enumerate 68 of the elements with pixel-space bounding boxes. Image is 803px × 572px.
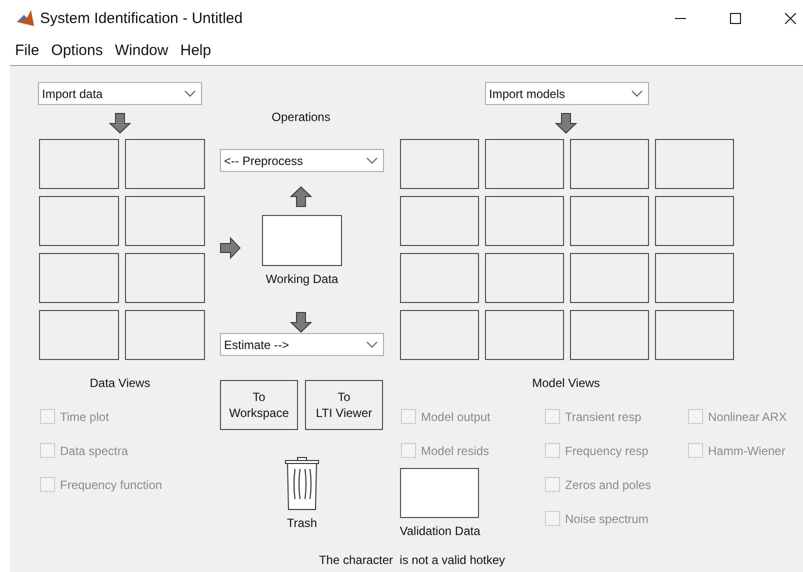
empty-slot[interactable]	[485, 139, 564, 189]
checkbox-label: Model resids	[421, 444, 490, 458]
slot-label: Validation Data	[398, 524, 482, 538]
caret-icon	[184, 90, 196, 97]
checkbox-label: Nonlinear ARX	[708, 410, 787, 424]
empty-slot[interactable]	[655, 310, 734, 360]
empty-slot[interactable]	[485, 196, 564, 246]
menu-item[interactable]: File	[15, 42, 40, 59]
checkbox-label: Transient resp	[565, 410, 642, 424]
empty-slot[interactable]	[400, 196, 479, 246]
checkbox-label: Time plot	[60, 410, 109, 424]
empty-slot[interactable]	[125, 139, 205, 189]
menu-item[interactable]: Help	[180, 42, 212, 59]
empty-slot[interactable]	[39, 310, 119, 360]
caret-icon	[366, 157, 378, 164]
empty-slot[interactable]	[485, 310, 564, 360]
window-title: System Identification - Untitled	[40, 10, 243, 26]
empty-slot[interactable]	[570, 139, 649, 189]
arrow-icon	[220, 237, 242, 259]
dropdown[interactable]: Estimate -->	[220, 333, 384, 356]
empty-slot[interactable]	[570, 310, 649, 360]
empty-slot[interactable]	[125, 310, 205, 360]
section-label: Data Views	[88, 376, 152, 390]
empty-slot[interactable]	[39, 196, 119, 246]
section-label: Operations	[270, 110, 332, 124]
close-icon	[785, 12, 796, 24]
checkbox-label: Data spectra	[60, 444, 128, 458]
caret-icon	[366, 341, 378, 348]
arrow-icon	[290, 312, 312, 334]
empty-slot[interactable]	[39, 253, 119, 303]
status-message: The character is not a valid hotkey	[318, 553, 506, 567]
empty-slot[interactable]	[655, 253, 734, 303]
trash-icon	[285, 457, 319, 511]
empty-slot[interactable]	[125, 253, 205, 303]
validation-data-slot[interactable]	[400, 468, 479, 518]
section-label: Model Views	[531, 376, 601, 390]
checkbox-label: Noise spectrum	[565, 512, 648, 526]
menu-item[interactable]: Options	[51, 42, 103, 59]
empty-slot[interactable]	[400, 310, 479, 360]
empty-slot[interactable]	[485, 253, 564, 303]
slot-label: Working Data	[264, 272, 340, 286]
empty-slot[interactable]	[125, 196, 205, 246]
arrow-icon	[109, 113, 131, 135]
dropdown[interactable]: Import data	[38, 82, 202, 105]
dropdown[interactable]: Import models	[485, 82, 649, 105]
push-button[interactable]: To LTI Viewer	[305, 380, 383, 430]
empty-slot[interactable]	[39, 139, 119, 189]
caret-icon	[631, 90, 643, 97]
empty-slot[interactable]	[655, 196, 734, 246]
empty-slot[interactable]	[570, 196, 649, 246]
maximize-icon	[730, 12, 741, 24]
checkbox-label: Hamm-Wiener	[708, 444, 786, 458]
dropdown[interactable]: <-- Preprocess	[220, 149, 384, 172]
slot-label: Trash	[286, 516, 318, 530]
app-icon	[16, 9, 34, 27]
empty-slot[interactable]	[655, 139, 734, 189]
empty-slot[interactable]	[400, 253, 479, 303]
checkbox-label: Frequency resp	[565, 444, 648, 458]
arrow-icon	[555, 113, 577, 135]
empty-slot[interactable]	[570, 253, 649, 303]
empty-slot[interactable]	[400, 139, 479, 189]
working-data-slot[interactable]	[262, 215, 342, 266]
menu-item[interactable]: Window	[114, 42, 168, 59]
arrow-icon	[290, 186, 312, 208]
checkbox-label: Zeros and poles	[565, 478, 652, 492]
checkbox-label: Frequency function	[60, 478, 162, 492]
checkbox-label: Model output	[421, 410, 490, 424]
push-button[interactable]: To Workspace	[220, 380, 298, 430]
